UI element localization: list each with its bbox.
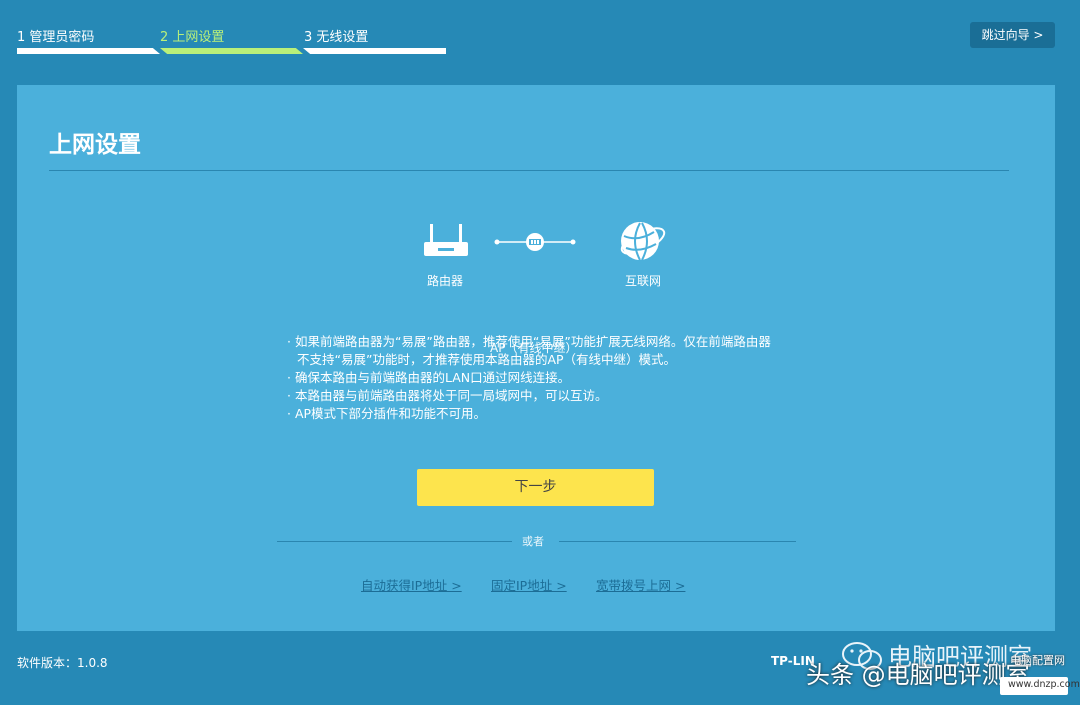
dhcp-link[interactable]: 自动获得IP地址 >	[361, 575, 462, 594]
or-label: 或者	[522, 535, 544, 548]
or-divider-left	[277, 541, 512, 542]
note-line: · 如果前端路由器为“易展”路由器，推荐使用“易展”功能扩展无线网络。仅在前端路…	[287, 334, 771, 349]
static-ip-link[interactable]: 固定IP地址 >	[491, 575, 567, 594]
next-step-button[interactable]: 下一步	[417, 469, 654, 506]
step-bar-3	[303, 48, 446, 54]
step-internet-settings: 2 上网设置	[160, 30, 225, 45]
step-bar-2-active	[160, 48, 303, 54]
software-version: 软件版本：1.0.8	[17, 656, 108, 670]
router-label: 路由器	[427, 274, 464, 288]
watermark-url: www.dnzp.com	[1008, 679, 1080, 690]
step-bar-1	[17, 48, 160, 54]
note-line: · 本路由器与前端路由器将处于同一局域网中，可以互访。	[287, 388, 608, 403]
connection-diagram: 路由器 AP（有线中继） 互联网	[407, 220, 667, 355]
wizard-steps: 1 管理员密码 2 上网设置 3 无线设置	[17, 26, 447, 56]
globe-icon	[620, 222, 666, 261]
note-line: · AP模式下部分插件和功能不可用。	[287, 406, 487, 421]
main-panel: 上网设置 路由器 AP（有线中继） 互联网 · 如果前端路由器为“易展”路由器，…	[17, 85, 1055, 631]
watermark-toutiao: 头条 @电脑吧评测室	[806, 661, 1030, 689]
watermark: 电脑吧评测室 头条 @电脑吧评测室 电脑配置网 www.dnzp.com	[800, 635, 1080, 705]
info-notes: · 如果前端路由器为“易展”路由器，推荐使用“易展”功能扩展无线网络。仅在前端路…	[287, 333, 887, 423]
step-wireless-settings: 3 无线设置	[304, 30, 369, 45]
page-title: 上网设置	[49, 132, 141, 158]
watermark-site: 电脑配置网	[1010, 654, 1065, 667]
note-line: 不支持“易展”功能时，才推荐使用本路由器的AP（有线中继）模式。	[297, 352, 677, 367]
step-admin-password: 1 管理员密码	[17, 30, 95, 45]
note-line: · 确保本路由与前端路由器的LAN口通过网线连接。	[287, 370, 571, 385]
network-link-icon	[494, 233, 576, 251]
title-divider	[49, 170, 1009, 171]
pppoe-link[interactable]: 宽带拨号上网 >	[596, 575, 685, 594]
skip-wizard-button[interactable]: 跳过向导 >	[970, 22, 1055, 48]
router-icon	[424, 224, 468, 256]
or-divider-right	[559, 541, 796, 542]
internet-label: 互联网	[625, 274, 662, 288]
